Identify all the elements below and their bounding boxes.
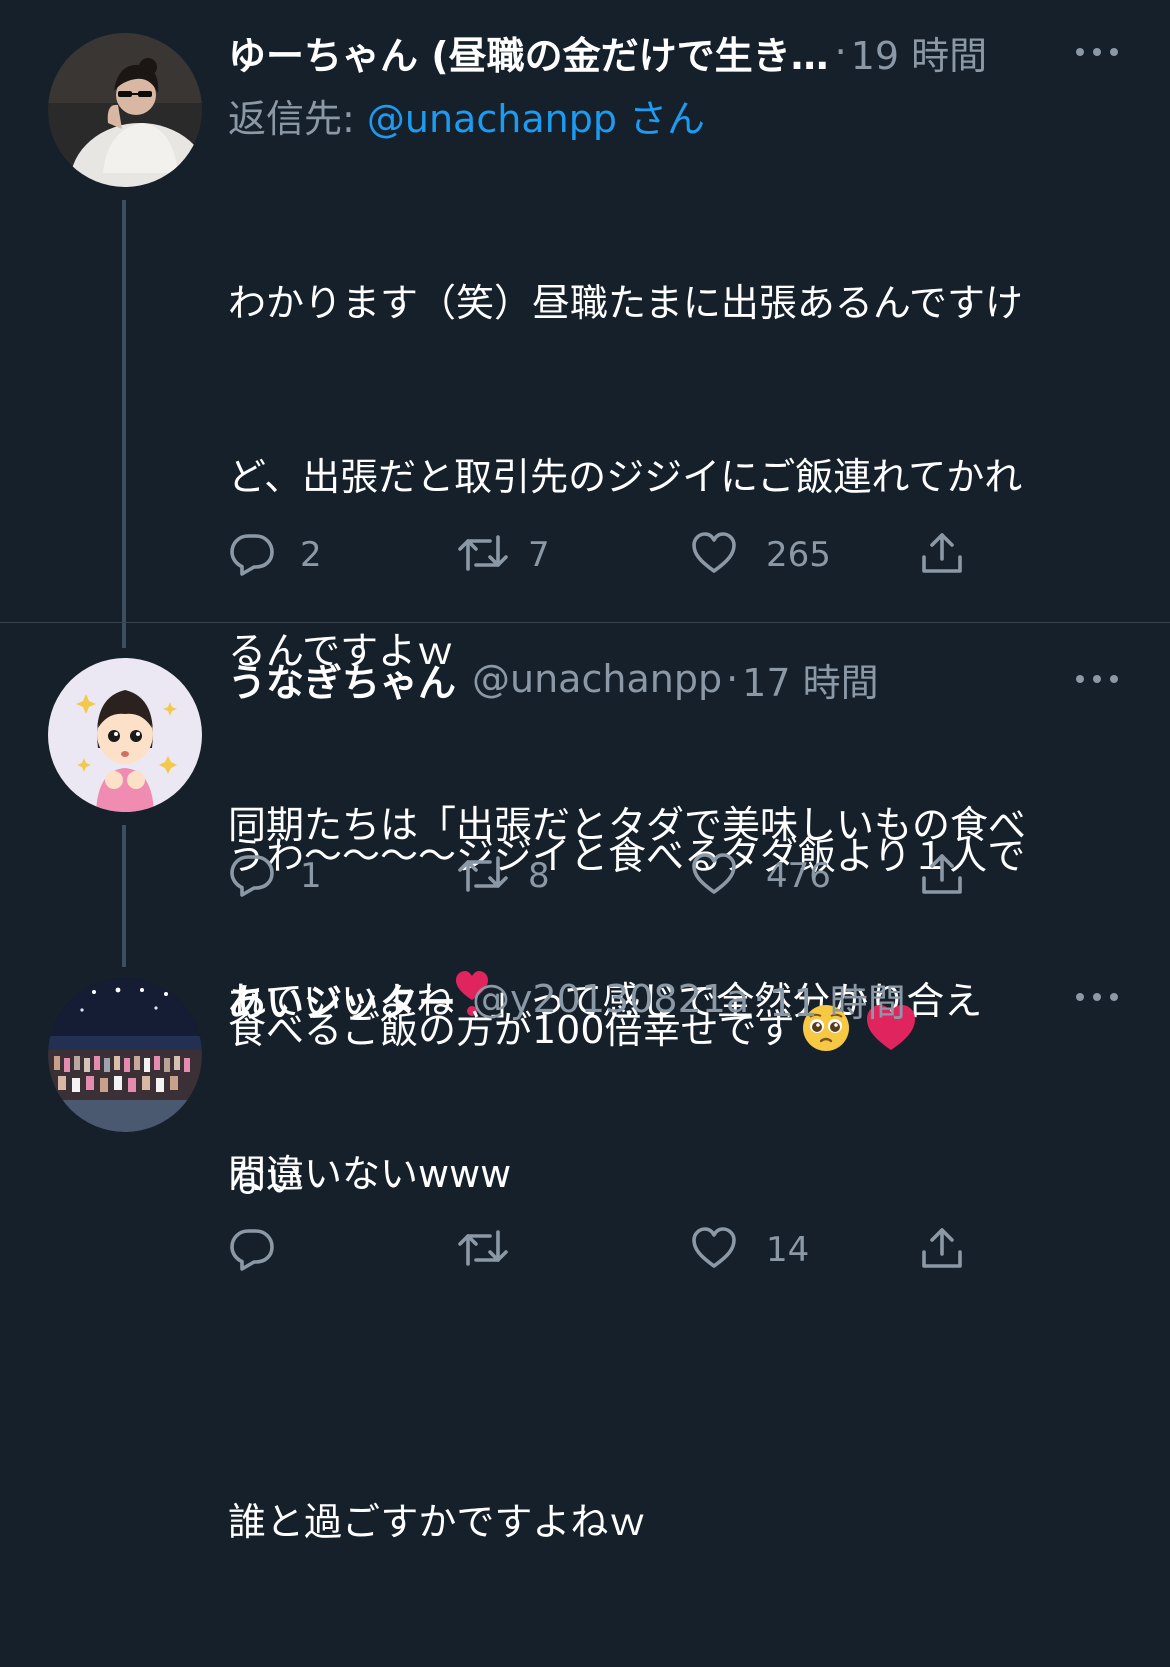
- more-icon[interactable]: [1076, 673, 1118, 685]
- timestamp[interactable]: 11 時間: [769, 974, 905, 1025]
- like-count: 476: [766, 856, 831, 896]
- share-icon: [918, 850, 966, 902]
- reply-prefix: 返信先:: [228, 97, 367, 141]
- tweet-header: うなぎちゃん @unachanpp · 17 時間: [228, 654, 988, 704]
- like-count: 265: [766, 535, 831, 575]
- thread-line: [122, 825, 126, 967]
- avatar[interactable]: [48, 658, 202, 812]
- tweet-3[interactable]: あいジッター @y20130821a · 11 時間 間違いないwww 誰と過ご…: [0, 953, 1170, 1544]
- reply-mention-link[interactable]: @unachanpp: [367, 97, 617, 141]
- tweet-header: ゆーちゃん (昼職の金だけで生き… · 19 時間: [228, 27, 1068, 77]
- share-button[interactable]: [918, 851, 966, 901]
- retweet-count: 8: [528, 856, 550, 896]
- tweet-text-line: 間違いないwww: [228, 1152, 512, 1196]
- tweet-text-line: 誰と過ごすかですよねｗ: [228, 1500, 647, 1544]
- retweet-button[interactable]: 7: [456, 530, 550, 580]
- retweet-icon: [456, 850, 510, 902]
- thread-line: [122, 200, 126, 648]
- handle[interactable]: @unachanpp: [472, 657, 722, 701]
- reply-to: 返信先: @unachanpp さん: [228, 88, 705, 143]
- tweet-text-line: わかります（笑）昼職たまに出張あるんですけ: [228, 281, 1023, 325]
- display-name[interactable]: あいジッター: [228, 974, 456, 1025]
- tweet-text-line: [228, 1319, 1118, 1377]
- reply-icon: [228, 529, 276, 581]
- reply-suffix[interactable]: さん: [617, 97, 705, 141]
- more-icon[interactable]: [1076, 46, 1118, 58]
- reply-button[interactable]: 2: [228, 530, 322, 580]
- timestamp[interactable]: 19 時間: [851, 27, 987, 78]
- like-icon: [690, 850, 738, 902]
- reply-button[interactable]: 1: [228, 851, 322, 901]
- retweet-icon: [456, 1224, 510, 1276]
- more-icon[interactable]: [1076, 991, 1118, 1003]
- like-icon: [690, 529, 738, 581]
- avatar[interactable]: [48, 33, 202, 187]
- retweet-count: 7: [528, 535, 550, 575]
- retweet-button[interactable]: 8: [456, 851, 550, 901]
- tweet-text: 間違いないwww 誰と過ごすかですよねｗ: [228, 1029, 1118, 1667]
- like-icon: [690, 1224, 738, 1276]
- reply-icon: [228, 1224, 276, 1276]
- like-button[interactable]: 14: [690, 1225, 809, 1275]
- timestamp[interactable]: 17 時間: [742, 654, 878, 705]
- reply-icon: [228, 850, 276, 902]
- avatar[interactable]: [48, 978, 202, 1132]
- reply-count: 2: [300, 535, 322, 575]
- tweet-1[interactable]: ゆーちゃん (昼職の金だけで生き… · 19 時間 返信先: @unachanp…: [0, 0, 1170, 1201]
- share-icon: [918, 1224, 966, 1276]
- reply-button[interactable]: [228, 1225, 276, 1275]
- handle[interactable]: @y20130821a: [472, 977, 749, 1021]
- tweet-actions: 1 8 476: [228, 851, 988, 901]
- separator: ·: [753, 977, 766, 1021]
- reply-count: 1: [300, 856, 322, 896]
- separator: ·: [726, 657, 739, 701]
- retweet-icon: [456, 529, 510, 581]
- share-button[interactable]: [918, 530, 966, 580]
- like-button[interactable]: 265: [690, 530, 831, 580]
- tweet-text-line: ど、出張だと取引先のジジイにご飯連れてかれ: [228, 455, 1023, 499]
- tweet-actions: 2 7 265: [228, 530, 988, 580]
- display-name[interactable]: うなぎちゃん: [228, 654, 456, 705]
- like-count: 14: [766, 1230, 810, 1270]
- tweet-actions: 14: [228, 1225, 988, 1275]
- separator: ·: [834, 30, 847, 74]
- tweet-2[interactable]: うなぎちゃん @unachanpp · 17 時間 うわ〜〜〜〜ジジイと食べるタ…: [0, 623, 1170, 1052]
- display-name[interactable]: ゆーちゃん (昼職の金だけで生き…: [228, 27, 829, 78]
- share-icon: [918, 529, 966, 581]
- retweet-button[interactable]: [456, 1225, 510, 1275]
- share-button[interactable]: [918, 1225, 966, 1275]
- like-button[interactable]: 476: [690, 851, 831, 901]
- tweet-header: あいジッター @y20130821a · 11 時間: [228, 974, 988, 1024]
